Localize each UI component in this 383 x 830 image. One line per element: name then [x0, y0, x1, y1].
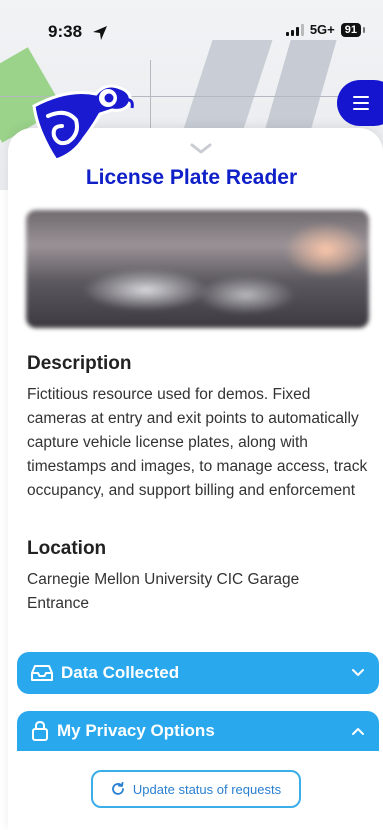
update-status-button[interactable]: Update status of requests — [91, 770, 301, 808]
description-heading: Description — [27, 353, 132, 374]
description-text: Fictitious resource used for demos. Fixe… — [27, 386, 368, 499]
chevron-down-icon — [352, 669, 364, 676]
refresh-icon — [112, 782, 124, 795]
resource-photo — [26, 210, 369, 328]
inbox-tray-icon — [31, 665, 53, 681]
app-screen: 9:38 5G+ 91 License Plate Reader Descrip… — [0, 0, 383, 830]
chevron-down-icon[interactable] — [190, 143, 212, 155]
chameleon-logo-icon — [32, 84, 134, 162]
location-heading: Location — [27, 538, 107, 559]
resource-title: License Plate Reader — [85, 166, 298, 189]
data-collected-label: Data Collected — [61, 663, 180, 682]
data-collected-accordion[interactable]: Data Collected — [17, 652, 379, 694]
privacy-options-accordion[interactable]: My Privacy Options — [17, 711, 379, 751]
location-arrow-icon — [93, 26, 107, 40]
signal-bars-icon — [285, 23, 304, 36]
battery-level: 91 — [340, 22, 366, 37]
network-type: 5G+ — [309, 22, 335, 37]
status-bar: 9:38 5G+ 91 — [0, 0, 383, 60]
status-time: 9:38 — [48, 22, 83, 41]
privacy-options-label: My Privacy Options — [57, 721, 215, 740]
menu-button[interactable] — [337, 80, 383, 126]
chevron-up-icon — [352, 728, 364, 735]
hamburger-menu-icon — [353, 96, 369, 110]
update-status-label: Update status of requests — [132, 781, 282, 797]
location-text: Carnegie Mellon University CIC Garage En… — [27, 571, 300, 612]
status-indicators: 5G+ 91 — [285, 22, 366, 37]
lock-icon — [32, 721, 48, 741]
